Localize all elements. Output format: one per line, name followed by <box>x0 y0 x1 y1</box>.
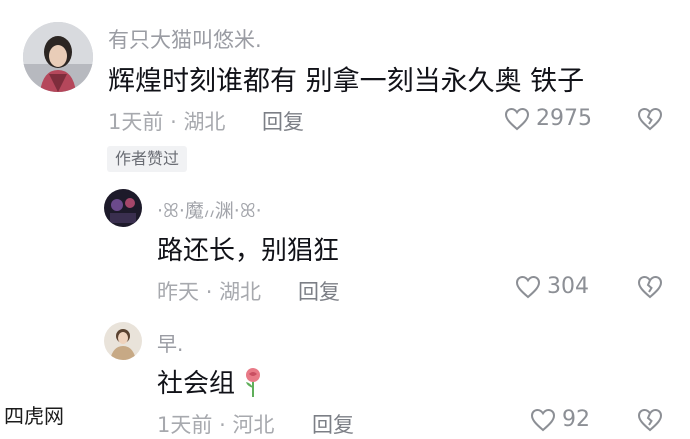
meta-separator: · <box>205 280 213 304</box>
reply-location: 河北 <box>232 413 275 437</box>
rose-icon <box>246 368 261 397</box>
heart-icon <box>515 275 541 299</box>
reply-location: 湖北 <box>219 280 262 304</box>
reply-text-row: 社会组 <box>157 363 264 400</box>
author-liked-badge: 作者赞过 <box>107 146 188 172</box>
comment-text: 辉煌时刻谁都有 别拿一刻当永久奥 铁子 <box>108 66 585 97</box>
comment-username[interactable]: 有只大猫叫悠米. <box>108 24 262 54</box>
dislike-button[interactable] <box>637 107 663 131</box>
reply-username[interactable]: ·ꕤ·魔៸៸渊·ꕤ· <box>157 196 262 223</box>
reply-text: 路还长，别猖狂 <box>157 236 340 266</box>
reply-time: 昨天 <box>157 280 199 304</box>
avatar-commenter[interactable] <box>23 22 93 92</box>
broken-heart-icon <box>637 107 663 131</box>
like-count: 92 <box>562 407 590 432</box>
reply-meta: 昨天 · 湖北 <box>157 276 261 306</box>
like-button[interactable] <box>504 107 530 131</box>
comment-location: 湖北 <box>183 110 226 134</box>
avatar-image <box>104 189 142 227</box>
avatar-image <box>104 322 142 360</box>
avatar-reply-2[interactable] <box>104 322 142 360</box>
reply-username[interactable]: 早. <box>157 328 183 357</box>
reply-time: 1天前 <box>157 413 213 437</box>
dislike-button[interactable] <box>637 408 663 432</box>
like-count: 2975 <box>536 106 592 131</box>
meta-separator: · <box>219 413 226 437</box>
comment-time: 1天前 <box>108 110 164 134</box>
reply-button[interactable]: 回复 <box>298 276 340 306</box>
meta-separator: · <box>170 110 177 134</box>
like-button[interactable] <box>515 275 541 299</box>
site-watermark: 四虎网 <box>0 402 68 430</box>
avatar-image <box>23 22 93 92</box>
avatar-reply-1[interactable] <box>104 189 142 227</box>
heart-icon <box>530 408 556 432</box>
comment-meta: 1天前 · 湖北 <box>108 106 225 136</box>
reply-button[interactable]: 回复 <box>262 106 304 136</box>
like-count: 304 <box>547 274 589 299</box>
reply-text: 社会组 <box>157 369 236 399</box>
heart-icon <box>504 107 530 131</box>
broken-heart-icon <box>637 408 663 432</box>
like-button[interactable] <box>530 408 556 432</box>
broken-heart-icon <box>637 275 663 299</box>
dislike-button[interactable] <box>637 275 663 299</box>
